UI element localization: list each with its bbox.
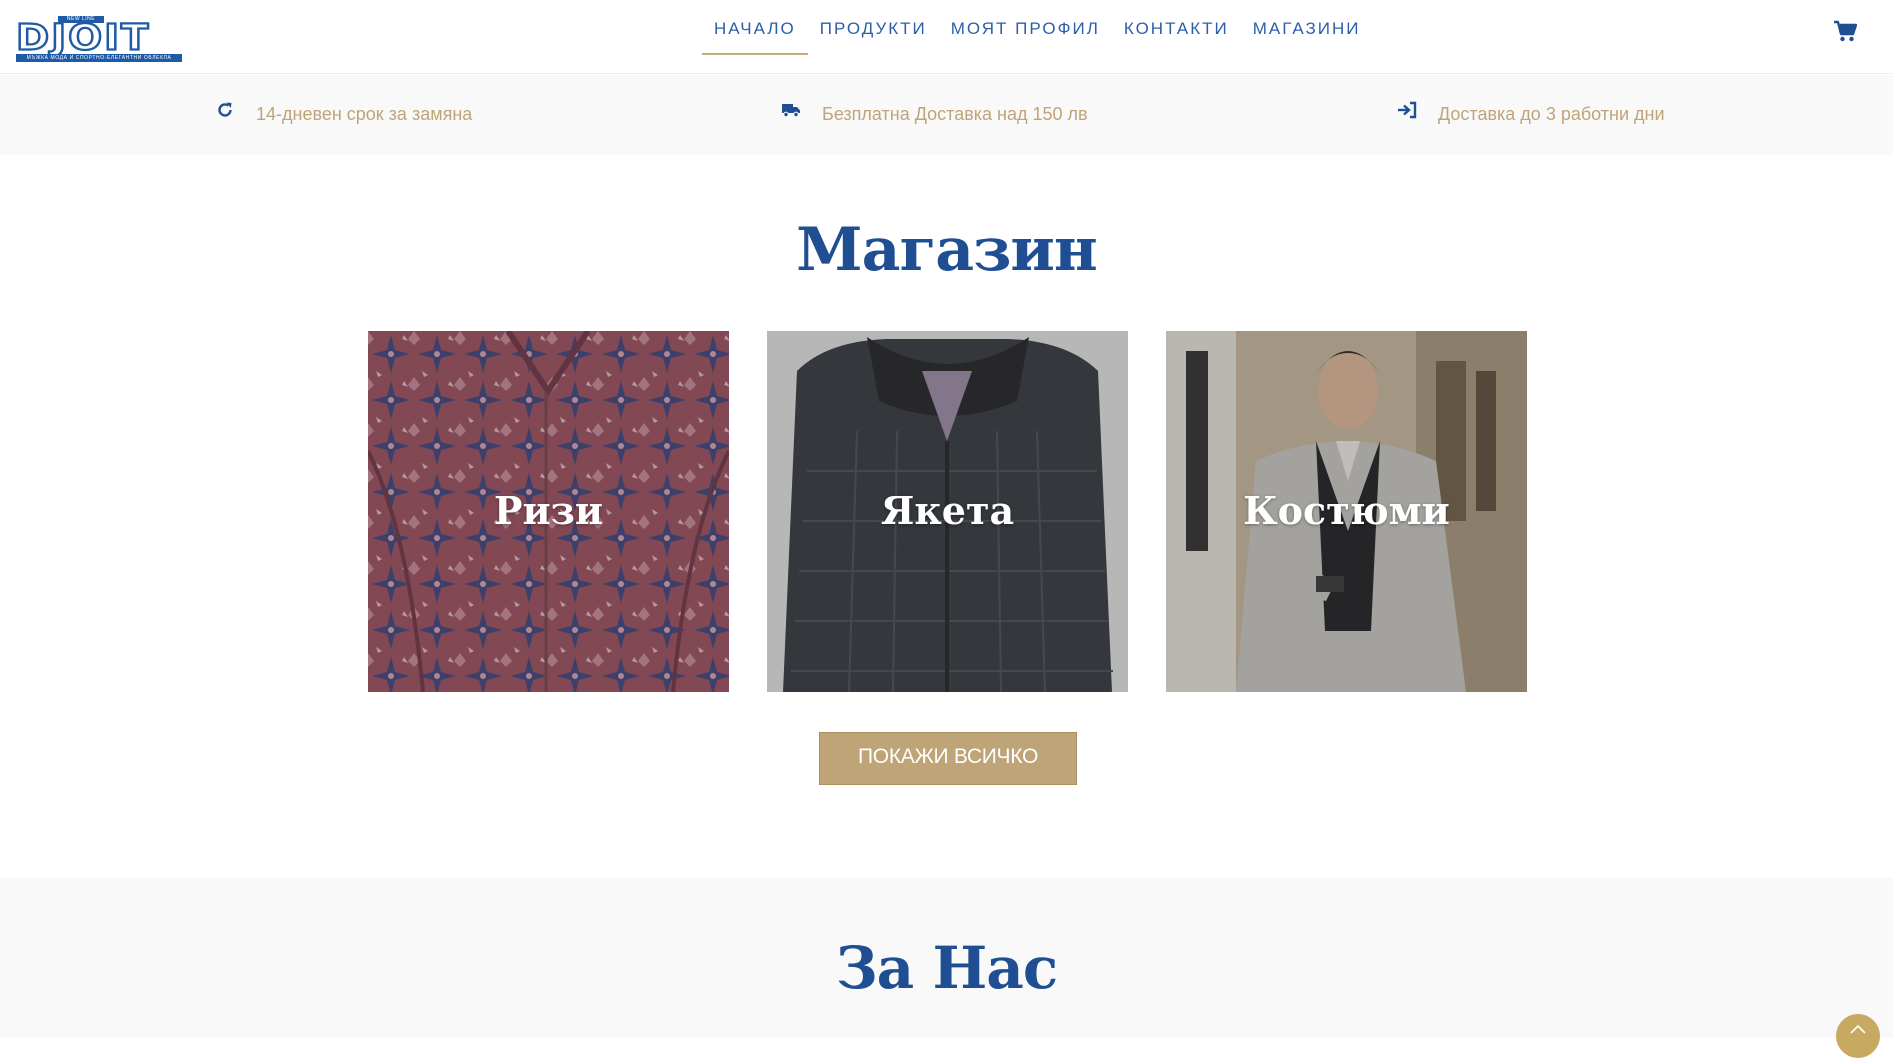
feature-text: 14-дневен срок за замяна	[256, 103, 473, 124]
about-section: За Нас	[0, 878, 1893, 1038]
category-card-jackets[interactable]: Якета	[767, 331, 1128, 692]
feature-text: Доставка до 3 работни дни	[1438, 103, 1665, 124]
features-strip: 14-дневен срок за замяна Безплатна Доста…	[0, 75, 1893, 155]
logo-subtitle: МЪЖКА МОДА И СПОРТНО-ЕЛЕГАНТНИ ОБЛЕКЛА	[16, 54, 182, 62]
feature-delivery-time: Доставка до 3 работни дни	[1396, 101, 1665, 127]
feature-exchange: 14-дневен срок за замяна	[214, 101, 472, 127]
nav-item-products[interactable]: ПРОДУКТИ	[808, 0, 939, 56]
feature-text: Безплатна Доставка над 150 лв	[822, 103, 1088, 124]
nav-item-stores[interactable]: МАГАЗИНИ	[1241, 0, 1373, 56]
logo[interactable]: NEW LINE DJOIT МЪЖКА МОДА И СПОРТНО-ЕЛЕГ…	[15, 16, 182, 62]
category-label: Якета	[880, 488, 1015, 533]
refresh-icon	[214, 99, 236, 121]
nav-item-home[interactable]: НАЧАЛО	[702, 0, 808, 56]
truck-icon	[780, 99, 802, 121]
site-header: NEW LINE DJOIT МЪЖКА МОДА И СПОРТНО-ЕЛЕГ…	[0, 0, 1893, 74]
chevron-up-icon	[1850, 1024, 1866, 1034]
sign-in-icon	[1396, 99, 1418, 121]
main-nav: НАЧАЛО ПРОДУКТИ МОЯТ ПРОФИЛ КОНТАКТИ МАГ…	[702, 0, 1372, 56]
shopping-cart-icon[interactable]	[1833, 20, 1858, 42]
category-label: Костюми	[1243, 488, 1450, 533]
about-title: За Нас	[835, 934, 1058, 1002]
category-card-suits[interactable]: Костюми	[1166, 331, 1527, 692]
category-label: Ризи	[493, 488, 604, 533]
category-card-shirts[interactable]: Ризи	[368, 331, 729, 692]
scroll-to-top-button[interactable]	[1836, 1014, 1880, 1058]
feature-free-delivery: Безплатна Доставка над 150 лв	[780, 101, 1088, 127]
nav-item-contacts[interactable]: КОНТАКТИ	[1112, 0, 1241, 56]
shop-title: Магазин	[796, 215, 1098, 285]
logo-text: DJOIT	[15, 17, 151, 59]
show-all-button[interactable]: ПОКАЖИ ВСИЧКО	[819, 732, 1077, 785]
nav-item-profile[interactable]: МОЯТ ПРОФИЛ	[939, 0, 1112, 56]
